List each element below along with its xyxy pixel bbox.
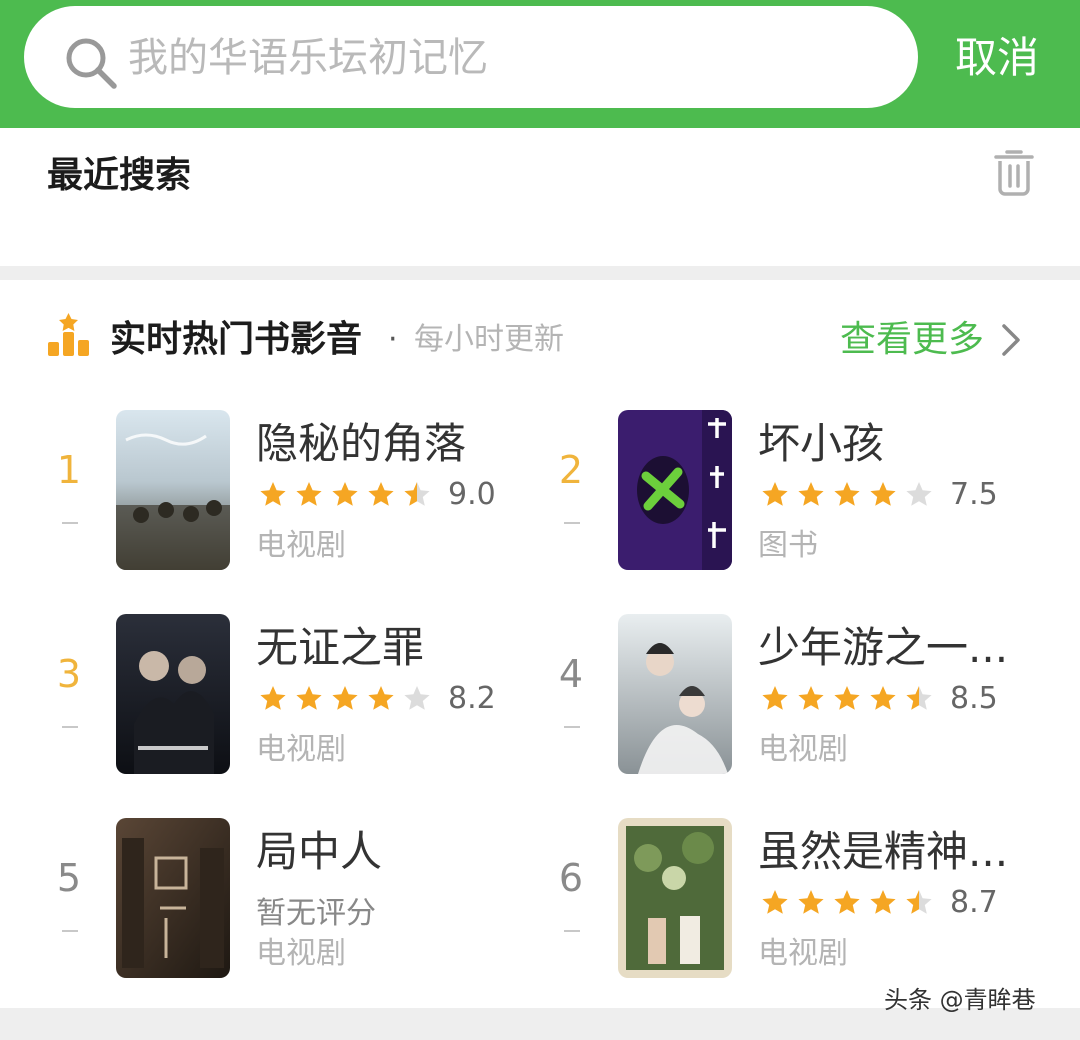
score-value: 8.7 — [950, 885, 998, 920]
star-full-icon — [798, 686, 824, 710]
poster-image — [618, 614, 732, 774]
star-full-icon — [762, 890, 788, 914]
star-full-icon — [762, 482, 788, 506]
recent-search-section: 最近搜索 — [0, 128, 1080, 266]
star-full-icon — [834, 482, 860, 506]
search-box[interactable] — [24, 6, 918, 108]
hot-section: 实时热门书影音 · 每小时更新 查看更多 1 隐秘的角落 9.0 电视剧 2 坏… — [0, 280, 1080, 1008]
see-more-link[interactable]: 查看更多 — [840, 316, 1022, 364]
star-rating: 8.5 — [760, 682, 998, 716]
rank-trend-dash — [62, 930, 78, 932]
rank-trend-dash — [564, 726, 580, 728]
watermark: 头条 @青眸巷 — [884, 986, 1036, 1014]
top-bar: 取消 — [0, 0, 1080, 128]
star-full-icon — [332, 686, 358, 710]
poster-image — [116, 614, 230, 774]
poster-image — [618, 818, 732, 978]
cancel-button[interactable]: 取消 — [955, 32, 1039, 84]
hot-item[interactable]: 3 无证之罪 8.2 电视剧 — [46, 614, 546, 778]
item-title: 少年游之一... — [758, 623, 1009, 672]
item-title: 虽然是精神... — [758, 827, 1009, 876]
item-title: 无证之罪 — [256, 623, 425, 672]
item-category: 图书 — [758, 528, 818, 563]
star-full-icon — [368, 482, 394, 506]
star-full-icon — [798, 482, 824, 506]
score-value: 9.0 — [448, 477, 496, 512]
see-more-label: 查看更多 — [840, 319, 985, 360]
poster-image — [618, 410, 732, 570]
rank-trend-dash — [62, 726, 78, 728]
star-half-icon — [404, 482, 430, 506]
rank-trend-dash — [564, 930, 580, 932]
star-full-icon — [834, 686, 860, 710]
item-category: 电视剧 — [256, 732, 346, 767]
hot-item[interactable]: 6 虽然是精神... 8.7 电视剧 — [548, 818, 1048, 982]
star-full-icon — [260, 482, 286, 506]
score-value: 7.5 — [950, 477, 998, 512]
poster-image — [116, 410, 230, 570]
title-separator: · — [388, 322, 398, 357]
rank-trend-dash — [564, 522, 580, 524]
star-full-icon — [798, 890, 824, 914]
recent-search-title: 最近搜索 — [47, 155, 192, 196]
item-category: 电视剧 — [256, 528, 346, 563]
search-icon — [66, 38, 117, 89]
star-full-icon — [870, 686, 896, 710]
score-value: 8.5 — [950, 681, 998, 716]
star-full-icon — [870, 482, 896, 506]
star-full-icon — [834, 890, 860, 914]
star-empty-icon — [906, 482, 932, 506]
star-full-icon — [762, 686, 788, 710]
hot-title: 实时热门书影音 — [110, 319, 363, 360]
rank-number: 3 — [56, 652, 82, 696]
star-full-icon — [260, 686, 286, 710]
rank-number: 5 — [56, 856, 82, 900]
hot-item[interactable]: 1 隐秘的角落 9.0 电视剧 — [46, 410, 546, 574]
hot-item[interactable]: 2 坏小孩 7.5 图书 — [548, 410, 1048, 574]
rank-number: 6 — [558, 856, 584, 900]
item-category: 电视剧 — [758, 936, 848, 971]
star-rating: 8.7 — [760, 886, 998, 920]
star-full-icon — [332, 482, 358, 506]
star-rating: 8.2 — [258, 682, 496, 716]
star-full-icon — [296, 686, 322, 710]
search-input[interactable] — [128, 32, 888, 84]
ranking-icon — [48, 313, 89, 356]
item-title: 局中人 — [256, 827, 383, 876]
item-category: 电视剧 — [256, 936, 346, 971]
star-half-icon — [906, 890, 932, 914]
item-category: 电视剧 — [758, 732, 848, 767]
star-rating: 7.5 — [760, 478, 998, 512]
star-empty-icon — [404, 686, 430, 710]
trash-icon[interactable] — [990, 146, 1038, 198]
chevron-right-icon — [1002, 324, 1020, 356]
rank-number: 1 — [56, 448, 82, 492]
hot-item[interactable]: 5 局中人 暂无评分 电视剧 — [46, 818, 546, 982]
star-full-icon — [368, 686, 394, 710]
section-divider — [0, 266, 1080, 280]
hot-subtitle: 每小时更新 — [414, 322, 564, 357]
rank-number: 2 — [558, 448, 584, 492]
hot-item[interactable]: 4 少年游之一... 8.5 电视剧 — [548, 614, 1048, 778]
item-title: 坏小孩 — [758, 419, 885, 468]
star-half-icon — [906, 686, 932, 710]
star-rating: 9.0 — [258, 478, 496, 512]
item-title: 隐秘的角落 — [256, 419, 467, 468]
score-value: 8.2 — [448, 681, 496, 716]
rank-number: 4 — [558, 652, 584, 696]
poster-image — [116, 818, 230, 978]
no-rating-text: 暂无评分 — [256, 896, 376, 931]
rank-trend-dash — [62, 522, 78, 524]
star-full-icon — [296, 482, 322, 506]
star-full-icon — [870, 890, 896, 914]
